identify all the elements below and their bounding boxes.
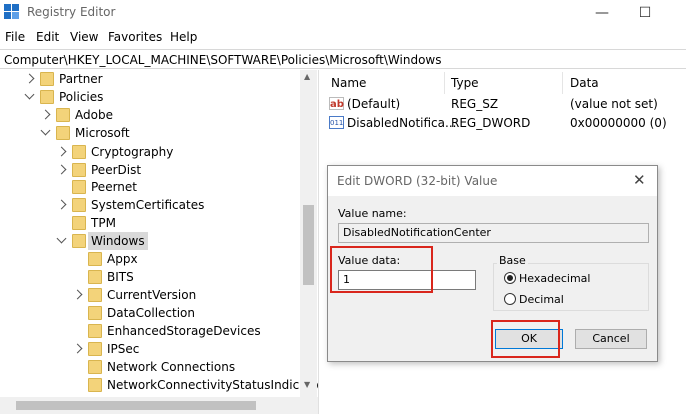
- expand-chevron-icon[interactable]: [24, 73, 35, 84]
- value-name-field[interactable]: DisabledNotificationCenter: [338, 223, 649, 243]
- tree-horizontal-scrollbar[interactable]: [0, 397, 318, 414]
- folder-icon: [72, 180, 86, 194]
- tree-label: EnhancedStorageDevices: [107, 324, 261, 338]
- column-header-type[interactable]: Type: [451, 76, 479, 90]
- menu-favorites[interactable]: Favorites: [108, 30, 162, 44]
- address-bar[interactable]: Computer\HKEY_LOCAL_MACHINE\SOFTWARE\Pol…: [0, 49, 686, 69]
- dialog-title-bar: Edit DWORD (32-bit) Value ✕: [328, 166, 657, 196]
- decimal-radio[interactable]: [504, 293, 516, 305]
- folder-icon: [72, 198, 86, 212]
- tree-label: BITS: [107, 270, 134, 284]
- collapse-chevron-icon[interactable]: [24, 89, 35, 100]
- expand-chevron-icon[interactable]: [56, 146, 67, 157]
- menu-view[interactable]: View: [70, 30, 98, 44]
- registry-tree: Partner Policies Adobe Microsoft Cryptog…: [0, 70, 318, 414]
- tree-label: NetworkConnectivityStatusIndicator: [107, 378, 318, 392]
- value-name: (Default): [347, 97, 401, 111]
- menu-bar: File Edit View Favorites Help: [0, 26, 686, 48]
- tree-label: TPM: [91, 216, 116, 230]
- folder-icon: [88, 360, 102, 374]
- value-type: REG_DWORD: [451, 116, 531, 130]
- value-name: DisabledNotifica...: [347, 116, 457, 130]
- scrollbar-thumb[interactable]: [16, 401, 256, 410]
- folder-icon: [88, 288, 102, 302]
- collapse-chevron-icon[interactable]: [40, 125, 51, 136]
- tree-label: CurrentVersion: [107, 288, 197, 302]
- folder-icon: [88, 324, 102, 338]
- expand-chevron-icon[interactable]: [40, 109, 51, 120]
- tree-label: Network Connections: [107, 360, 236, 374]
- base-groupbox: [493, 263, 649, 311]
- expand-chevron-icon[interactable]: [72, 343, 83, 354]
- column-header-data[interactable]: Data: [570, 76, 599, 90]
- column-divider[interactable]: [562, 72, 563, 94]
- ok-button-highlight: [491, 320, 560, 358]
- tree-label: Microsoft: [75, 126, 130, 140]
- column-header-name[interactable]: Name: [331, 76, 366, 90]
- expand-chevron-icon[interactable]: [72, 289, 83, 300]
- value-name-label: Value name:: [338, 207, 407, 220]
- folder-icon: [40, 72, 54, 86]
- folder-icon: [56, 126, 70, 140]
- folder-icon: [88, 252, 102, 266]
- registry-editor-icon: [4, 4, 20, 20]
- dialog-title: Edit DWORD (32-bit) Value: [337, 174, 498, 188]
- tree-label: Peernet: [91, 180, 137, 194]
- close-icon[interactable]: ✕: [633, 171, 646, 189]
- scroll-down-icon[interactable]: ▼: [304, 380, 310, 389]
- tree-label: Cryptography: [91, 145, 174, 159]
- expand-chevron-icon[interactable]: [56, 199, 67, 210]
- tree-label: DataCollection: [107, 306, 196, 320]
- tree-label: IPSec: [107, 342, 140, 356]
- tree-label: Policies: [59, 90, 104, 104]
- folder-icon: [88, 378, 102, 392]
- string-value-icon: ab: [329, 97, 344, 110]
- value-data: (value not set): [570, 97, 658, 111]
- tree-label: SystemCertificates: [91, 198, 205, 212]
- title-bar: Registry Editor — ☐: [0, 0, 686, 26]
- tree-label: PeerDist: [91, 163, 142, 177]
- hexadecimal-label[interactable]: Hexadecimal: [519, 272, 590, 285]
- window-title: Registry Editor: [27, 5, 116, 19]
- tree-label: Appx: [107, 252, 138, 266]
- menu-file[interactable]: File: [5, 30, 25, 44]
- folder-icon: [72, 216, 86, 230]
- list-item[interactable]: 011 DisabledNotifica... REG_DWORD 0x0000…: [329, 114, 679, 132]
- column-divider[interactable]: [444, 72, 445, 94]
- list-item[interactable]: ab (Default) REG_SZ (value not set): [329, 95, 679, 113]
- folder-icon: [88, 306, 102, 320]
- folder-icon: [72, 145, 86, 159]
- value-data-highlight: [330, 246, 433, 293]
- value-type: REG_SZ: [451, 97, 499, 111]
- scroll-up-icon[interactable]: ▲: [304, 72, 310, 81]
- binary-value-icon: 011: [329, 116, 344, 129]
- collapse-chevron-icon[interactable]: [56, 233, 67, 244]
- base-group-title: Base: [497, 254, 528, 267]
- expand-chevron-icon[interactable]: [56, 164, 67, 175]
- folder-icon: [40, 90, 54, 104]
- folder-open-icon: [72, 234, 86, 248]
- menu-help[interactable]: Help: [170, 30, 197, 44]
- decimal-label[interactable]: Decimal: [519, 293, 564, 306]
- tree-label: Partner: [59, 72, 103, 86]
- cancel-button[interactable]: Cancel: [575, 329, 647, 349]
- tree-label: Windows: [88, 232, 148, 250]
- maximize-button[interactable]: ☐: [625, 2, 665, 24]
- minimize-button[interactable]: —: [582, 2, 622, 24]
- hexadecimal-radio[interactable]: [504, 272, 516, 284]
- tree-vertical-scrollbar[interactable]: [300, 70, 317, 400]
- scrollbar-thumb[interactable]: [303, 205, 314, 285]
- folder-icon: [72, 163, 86, 177]
- value-data: 0x00000000 (0): [570, 116, 667, 130]
- menu-edit[interactable]: Edit: [36, 30, 59, 44]
- tree-label: Adobe: [75, 108, 113, 122]
- folder-icon: [88, 342, 102, 356]
- folder-icon: [56, 108, 70, 122]
- folder-icon: [88, 270, 102, 284]
